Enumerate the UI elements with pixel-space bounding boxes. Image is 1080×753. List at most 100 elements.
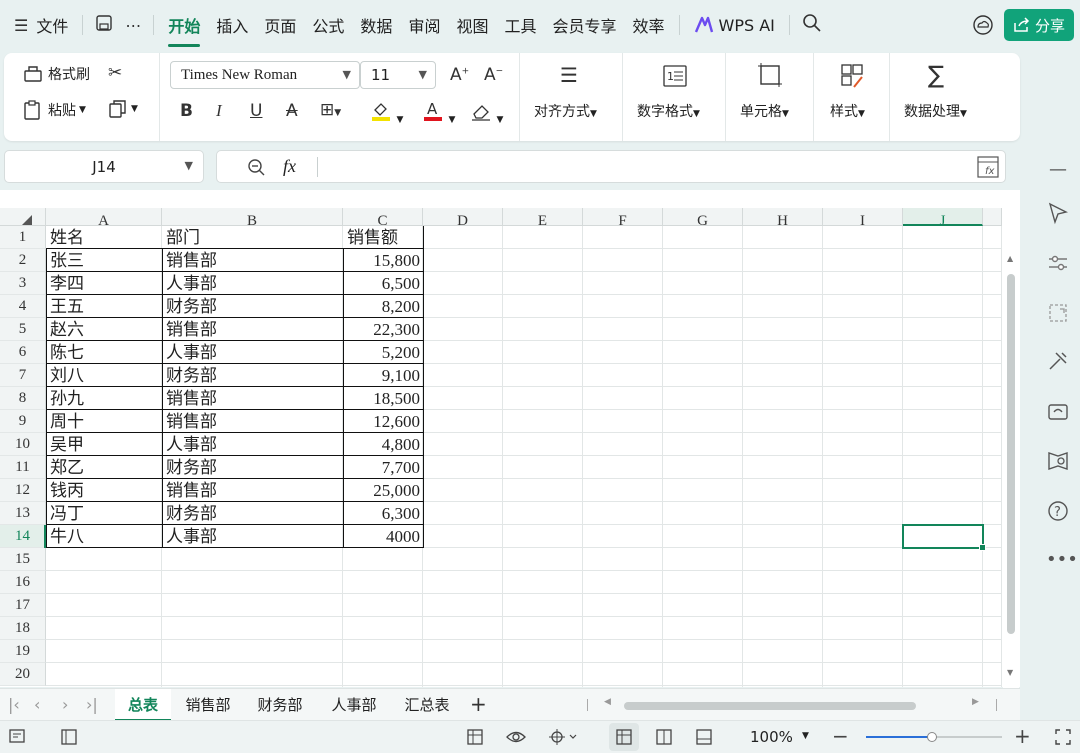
cloud-sync-icon[interactable] bbox=[972, 14, 994, 36]
cell-B2[interactable]: 销售部 bbox=[162, 249, 343, 272]
cell-A7[interactable]: 刘八 bbox=[46, 364, 162, 387]
row-header-18[interactable]: 18 bbox=[0, 617, 46, 640]
menu-file[interactable]: 文件 bbox=[34, 13, 76, 37]
tab-formulas[interactable]: 公式 bbox=[304, 13, 352, 37]
row-header-20[interactable]: 20 bbox=[0, 663, 46, 686]
row-header-17[interactable]: 17 bbox=[0, 594, 46, 617]
column-header-A[interactable]: A bbox=[46, 208, 162, 229]
increase-font-icon[interactable]: A+ bbox=[450, 65, 469, 85]
column-header-C[interactable]: C bbox=[343, 208, 423, 229]
font-color-button[interactable]: A ▼ bbox=[422, 100, 455, 126]
row-header-8[interactable]: 8 bbox=[0, 387, 46, 410]
scroll-up-icon[interactable]: ▲ bbox=[1007, 254, 1013, 263]
underline-icon[interactable]: U bbox=[250, 101, 262, 121]
hamburger-menu-icon[interactable]: ☰ bbox=[8, 16, 34, 35]
row-header-6[interactable]: 6 bbox=[0, 341, 46, 364]
vertical-scrollbar[interactable]: ▲ ▼ bbox=[1003, 242, 1019, 688]
copy-button[interactable]: ▼ bbox=[108, 99, 138, 119]
scroll-left-icon[interactable]: ◀ bbox=[604, 697, 611, 707]
zoom-out-icon[interactable]: − bbox=[832, 724, 849, 748]
fx-icon[interactable]: fx bbox=[283, 156, 296, 177]
cell-A10[interactable]: 吴甲 bbox=[46, 433, 162, 456]
last-sheet-icon[interactable]: ›| bbox=[86, 695, 98, 714]
row-header-5[interactable]: 5 bbox=[0, 318, 46, 341]
cell-B8[interactable]: 销售部 bbox=[162, 387, 343, 410]
row-header-13[interactable]: 13 bbox=[0, 502, 46, 525]
macro-record-icon[interactable] bbox=[8, 728, 26, 746]
zoom-level[interactable]: 100% bbox=[750, 728, 793, 746]
cell-A4[interactable]: 王五 bbox=[46, 295, 162, 318]
cell-A8[interactable]: 孙九 bbox=[46, 387, 162, 410]
cell-C12[interactable]: 25,000 bbox=[343, 479, 423, 502]
tab-review[interactable]: 审阅 bbox=[400, 13, 448, 37]
cell-B3[interactable]: 人事部 bbox=[162, 272, 343, 295]
column-header-B[interactable]: B bbox=[162, 208, 343, 229]
read-mode-icon[interactable] bbox=[1046, 449, 1070, 473]
strikethrough-icon[interactable]: A bbox=[286, 101, 298, 121]
cell-B10[interactable]: 人事部 bbox=[162, 433, 343, 456]
column-header-F[interactable]: F bbox=[583, 208, 663, 229]
tab-efficiency[interactable]: 效率 bbox=[625, 13, 673, 37]
selected-cell[interactable] bbox=[902, 524, 986, 551]
next-sheet-icon[interactable]: › bbox=[62, 695, 68, 714]
italic-icon[interactable]: I bbox=[216, 101, 222, 121]
row-header-10[interactable]: 10 bbox=[0, 433, 46, 456]
more-icon[interactable]: ⋯ bbox=[119, 16, 147, 35]
sheet-tab-销售部[interactable]: 销售部 bbox=[176, 689, 240, 721]
cell-C3[interactable]: 6,500 bbox=[343, 272, 423, 295]
tab-tools[interactable]: 工具 bbox=[496, 13, 544, 37]
row-header-7[interactable]: 7 bbox=[0, 364, 46, 387]
row-header-4[interactable]: 4 bbox=[0, 295, 46, 318]
name-box[interactable]: J14 ▼ bbox=[4, 150, 204, 183]
cell-B5[interactable]: 销售部 bbox=[162, 318, 343, 341]
table-view-icon[interactable] bbox=[466, 728, 484, 746]
alignment-group[interactable]: ☰ 对齐方式▼ bbox=[520, 53, 623, 141]
cell-B4[interactable]: 财务部 bbox=[162, 295, 343, 318]
cell-C6[interactable]: 5,200 bbox=[343, 341, 423, 364]
format-painter-button[interactable]: 格式刷 bbox=[22, 63, 90, 85]
column-header-H[interactable]: H bbox=[743, 208, 823, 229]
cell-C8[interactable]: 18,500 bbox=[343, 387, 423, 410]
search-icon[interactable] bbox=[796, 13, 828, 37]
scroll-down-icon[interactable]: ▼ bbox=[1007, 668, 1013, 677]
column-header-G[interactable]: G bbox=[663, 208, 743, 229]
cell-B7[interactable]: 财务部 bbox=[162, 364, 343, 387]
bold-icon[interactable]: B bbox=[180, 101, 193, 121]
data-processing-group[interactable]: ∑ 数据处理▼ bbox=[890, 53, 990, 141]
cut-icon[interactable]: ✂ bbox=[108, 63, 122, 83]
row-header-9[interactable]: 9 bbox=[0, 410, 46, 433]
cell-C11[interactable]: 7,700 bbox=[343, 456, 423, 479]
cell-A11[interactable]: 郑乙 bbox=[46, 456, 162, 479]
clear-button[interactable]: ▼ bbox=[470, 100, 503, 126]
cell-C5[interactable]: 22,300 bbox=[343, 318, 423, 341]
zoom-slider-thumb[interactable] bbox=[927, 732, 937, 742]
cell-C9[interactable]: 12,600 bbox=[343, 410, 423, 433]
sheet-list-icon[interactable] bbox=[60, 728, 78, 746]
prev-sheet-icon[interactable]: ‹ bbox=[34, 695, 40, 714]
column-header-D[interactable]: D bbox=[423, 208, 503, 229]
cell-C7[interactable]: 9,100 bbox=[343, 364, 423, 387]
cell-B14[interactable]: 人事部 bbox=[162, 525, 343, 548]
cell-A13[interactable]: 冯丁 bbox=[46, 502, 162, 525]
number-format-group[interactable]: 1 数字格式▼ bbox=[623, 53, 726, 141]
fullscreen-icon[interactable] bbox=[1054, 728, 1072, 746]
row-header-12[interactable]: 12 bbox=[0, 479, 46, 502]
eye-protection-icon[interactable] bbox=[506, 728, 526, 746]
save-icon[interactable] bbox=[89, 14, 119, 36]
sheet-tab-人事部[interactable]: 人事部 bbox=[322, 689, 386, 721]
row-header-16[interactable]: 16 bbox=[0, 571, 46, 594]
help-icon[interactable]: ? bbox=[1046, 499, 1070, 523]
select-pointer-icon[interactable] bbox=[1046, 201, 1070, 225]
sheet-tab-汇总表[interactable]: 汇总表 bbox=[395, 689, 459, 721]
focus-mode-icon[interactable] bbox=[548, 728, 578, 746]
zoom-slider[interactable] bbox=[866, 732, 1002, 742]
tab-data[interactable]: 数据 bbox=[352, 13, 400, 37]
styles-group[interactable]: 样式▼ bbox=[814, 53, 890, 141]
cell-A5[interactable]: 赵六 bbox=[46, 318, 162, 341]
chevron-down-icon[interactable]: ▼ bbox=[802, 731, 809, 741]
font-name-select[interactable]: Times New Roman ▼ bbox=[170, 61, 360, 89]
formula-bar[interactable]: fx fx bbox=[216, 150, 1006, 183]
backup-icon[interactable] bbox=[1046, 399, 1070, 423]
share-button[interactable]: 分享 bbox=[1004, 9, 1074, 41]
row-header-11[interactable]: 11 bbox=[0, 456, 46, 479]
